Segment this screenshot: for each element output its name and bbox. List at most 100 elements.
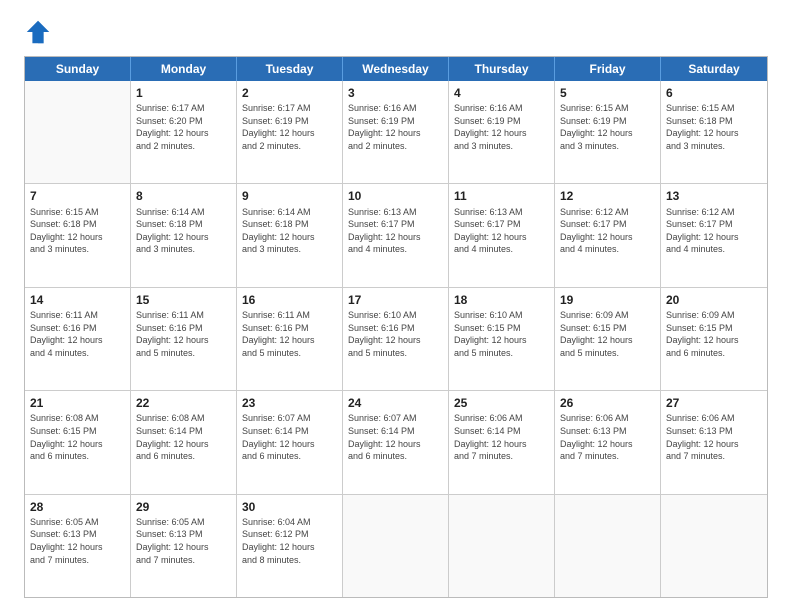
calendar-day-10: 10 Sunrise: 6:13 AM Sunset: 6:17 PM Dayli… bbox=[343, 184, 449, 286]
day-info: Sunrise: 6:13 AM Sunset: 6:17 PM Dayligh… bbox=[454, 206, 549, 256]
day-number: 27 bbox=[666, 395, 762, 411]
day-number: 24 bbox=[348, 395, 443, 411]
calendar-day-28: 28Sunrise: 6:05 AM Sunset: 6:13 PM Dayli… bbox=[25, 495, 131, 597]
day-number: 25 bbox=[454, 395, 549, 411]
day-info: Sunrise: 6:10 AM Sunset: 6:16 PM Dayligh… bbox=[348, 309, 443, 359]
calendar-day-24: 24Sunrise: 6:07 AM Sunset: 6:14 PM Dayli… bbox=[343, 391, 449, 493]
calendar-day-13: 13 Sunrise: 6:12 AM Sunset: 6:17 PM Dayli… bbox=[661, 184, 767, 286]
day-info: Sunrise: 6:13 AM Sunset: 6:17 PM Dayligh… bbox=[348, 206, 443, 256]
day-info: Sunrise: 6:08 AM Sunset: 6:14 PM Dayligh… bbox=[136, 412, 231, 462]
day-info: Sunrise: 6:07 AM Sunset: 6:14 PM Dayligh… bbox=[348, 412, 443, 462]
calendar-empty-cell bbox=[661, 495, 767, 597]
day-number: 4 bbox=[454, 85, 549, 101]
calendar-row-0: 1Sunrise: 6:17 AM Sunset: 6:20 PM Daylig… bbox=[25, 81, 767, 184]
day-info: Sunrise: 6:16 AM Sunset: 6:19 PM Dayligh… bbox=[454, 102, 549, 152]
day-info: Sunrise: 6:05 AM Sunset: 6:13 PM Dayligh… bbox=[136, 516, 231, 566]
calendar-day-15: 15Sunrise: 6:11 AM Sunset: 6:16 PM Dayli… bbox=[131, 288, 237, 390]
calendar-day-18: 18Sunrise: 6:10 AM Sunset: 6:15 PM Dayli… bbox=[449, 288, 555, 390]
calendar-day-23: 23Sunrise: 6:07 AM Sunset: 6:14 PM Dayli… bbox=[237, 391, 343, 493]
day-number: 7 bbox=[30, 188, 125, 204]
calendar-day-30: 30Sunrise: 6:04 AM Sunset: 6:12 PM Dayli… bbox=[237, 495, 343, 597]
day-number: 3 bbox=[348, 85, 443, 101]
day-number: 29 bbox=[136, 499, 231, 515]
day-number: 5 bbox=[560, 85, 655, 101]
calendar-row-4: 28Sunrise: 6:05 AM Sunset: 6:13 PM Dayli… bbox=[25, 495, 767, 597]
day-info: Sunrise: 6:15 AM Sunset: 6:18 PM Dayligh… bbox=[30, 206, 125, 256]
calendar-day-29: 29Sunrise: 6:05 AM Sunset: 6:13 PM Dayli… bbox=[131, 495, 237, 597]
calendar-day-11: 11 Sunrise: 6:13 AM Sunset: 6:17 PM Dayli… bbox=[449, 184, 555, 286]
day-number: 22 bbox=[136, 395, 231, 411]
day-number: 16 bbox=[242, 292, 337, 308]
calendar-header: SundayMondayTuesdayWednesdayThursdayFrid… bbox=[25, 57, 767, 81]
calendar-row-2: 14Sunrise: 6:11 AM Sunset: 6:16 PM Dayli… bbox=[25, 288, 767, 391]
day-info: Sunrise: 6:09 AM Sunset: 6:15 PM Dayligh… bbox=[560, 309, 655, 359]
day-info: Sunrise: 6:11 AM Sunset: 6:16 PM Dayligh… bbox=[136, 309, 231, 359]
day-number: 11 bbox=[454, 188, 549, 204]
header-day-thursday: Thursday bbox=[449, 57, 555, 81]
day-info: Sunrise: 6:11 AM Sunset: 6:16 PM Dayligh… bbox=[242, 309, 337, 359]
calendar-day-3: 3Sunrise: 6:16 AM Sunset: 6:19 PM Daylig… bbox=[343, 81, 449, 183]
day-info: Sunrise: 6:06 AM Sunset: 6:13 PM Dayligh… bbox=[666, 412, 762, 462]
header-day-sunday: Sunday bbox=[25, 57, 131, 81]
day-info: Sunrise: 6:12 AM Sunset: 6:17 PM Dayligh… bbox=[666, 206, 762, 256]
day-info: Sunrise: 6:10 AM Sunset: 6:15 PM Dayligh… bbox=[454, 309, 549, 359]
calendar-empty-cell bbox=[555, 495, 661, 597]
day-info: Sunrise: 6:14 AM Sunset: 6:18 PM Dayligh… bbox=[242, 206, 337, 256]
calendar-empty-cell bbox=[25, 81, 131, 183]
calendar-day-7: 7 Sunrise: 6:15 AM Sunset: 6:18 PM Daylig… bbox=[25, 184, 131, 286]
calendar-empty-cell bbox=[449, 495, 555, 597]
calendar-day-25: 25Sunrise: 6:06 AM Sunset: 6:14 PM Dayli… bbox=[449, 391, 555, 493]
day-number: 20 bbox=[666, 292, 762, 308]
day-info: Sunrise: 6:04 AM Sunset: 6:12 PM Dayligh… bbox=[242, 516, 337, 566]
header-day-monday: Monday bbox=[131, 57, 237, 81]
day-info: Sunrise: 6:07 AM Sunset: 6:14 PM Dayligh… bbox=[242, 412, 337, 462]
day-number: 1 bbox=[136, 85, 231, 101]
day-number: 19 bbox=[560, 292, 655, 308]
day-number: 21 bbox=[30, 395, 125, 411]
day-number: 17 bbox=[348, 292, 443, 308]
calendar-body: 1Sunrise: 6:17 AM Sunset: 6:20 PM Daylig… bbox=[25, 81, 767, 597]
day-number: 23 bbox=[242, 395, 337, 411]
calendar-day-6: 6Sunrise: 6:15 AM Sunset: 6:18 PM Daylig… bbox=[661, 81, 767, 183]
calendar-day-21: 21Sunrise: 6:08 AM Sunset: 6:15 PM Dayli… bbox=[25, 391, 131, 493]
day-info: Sunrise: 6:15 AM Sunset: 6:19 PM Dayligh… bbox=[560, 102, 655, 152]
page-header bbox=[24, 18, 768, 46]
day-info: Sunrise: 6:17 AM Sunset: 6:20 PM Dayligh… bbox=[136, 102, 231, 152]
day-info: Sunrise: 6:12 AM Sunset: 6:17 PM Dayligh… bbox=[560, 206, 655, 256]
calendar-day-19: 19Sunrise: 6:09 AM Sunset: 6:15 PM Dayli… bbox=[555, 288, 661, 390]
day-info: Sunrise: 6:05 AM Sunset: 6:13 PM Dayligh… bbox=[30, 516, 125, 566]
logo-icon bbox=[24, 18, 52, 46]
day-info: Sunrise: 6:11 AM Sunset: 6:16 PM Dayligh… bbox=[30, 309, 125, 359]
day-info: Sunrise: 6:08 AM Sunset: 6:15 PM Dayligh… bbox=[30, 412, 125, 462]
day-number: 2 bbox=[242, 85, 337, 101]
calendar-day-8: 8 Sunrise: 6:14 AM Sunset: 6:18 PM Daylig… bbox=[131, 184, 237, 286]
calendar-day-5: 5Sunrise: 6:15 AM Sunset: 6:19 PM Daylig… bbox=[555, 81, 661, 183]
day-number: 8 bbox=[136, 188, 231, 204]
calendar-day-22: 22Sunrise: 6:08 AM Sunset: 6:14 PM Dayli… bbox=[131, 391, 237, 493]
day-number: 13 bbox=[666, 188, 762, 204]
day-info: Sunrise: 6:15 AM Sunset: 6:18 PM Dayligh… bbox=[666, 102, 762, 152]
day-number: 12 bbox=[560, 188, 655, 204]
header-day-tuesday: Tuesday bbox=[237, 57, 343, 81]
calendar-day-12: 12 Sunrise: 6:12 AM Sunset: 6:17 PM Dayli… bbox=[555, 184, 661, 286]
day-info: Sunrise: 6:09 AM Sunset: 6:15 PM Dayligh… bbox=[666, 309, 762, 359]
calendar-day-20: 20Sunrise: 6:09 AM Sunset: 6:15 PM Dayli… bbox=[661, 288, 767, 390]
day-number: 10 bbox=[348, 188, 443, 204]
header-day-saturday: Saturday bbox=[661, 57, 767, 81]
day-number: 18 bbox=[454, 292, 549, 308]
day-number: 30 bbox=[242, 499, 337, 515]
calendar-empty-cell bbox=[343, 495, 449, 597]
day-info: Sunrise: 6:16 AM Sunset: 6:19 PM Dayligh… bbox=[348, 102, 443, 152]
calendar: SundayMondayTuesdayWednesdayThursdayFrid… bbox=[24, 56, 768, 598]
day-number: 26 bbox=[560, 395, 655, 411]
day-number: 9 bbox=[242, 188, 337, 204]
calendar-day-1: 1Sunrise: 6:17 AM Sunset: 6:20 PM Daylig… bbox=[131, 81, 237, 183]
day-number: 28 bbox=[30, 499, 125, 515]
day-info: Sunrise: 6:06 AM Sunset: 6:13 PM Dayligh… bbox=[560, 412, 655, 462]
day-info: Sunrise: 6:14 AM Sunset: 6:18 PM Dayligh… bbox=[136, 206, 231, 256]
calendar-day-26: 26Sunrise: 6:06 AM Sunset: 6:13 PM Dayli… bbox=[555, 391, 661, 493]
calendar-day-17: 17Sunrise: 6:10 AM Sunset: 6:16 PM Dayli… bbox=[343, 288, 449, 390]
day-number: 6 bbox=[666, 85, 762, 101]
calendar-row-3: 21Sunrise: 6:08 AM Sunset: 6:15 PM Dayli… bbox=[25, 391, 767, 494]
calendar-day-16: 16Sunrise: 6:11 AM Sunset: 6:16 PM Dayli… bbox=[237, 288, 343, 390]
